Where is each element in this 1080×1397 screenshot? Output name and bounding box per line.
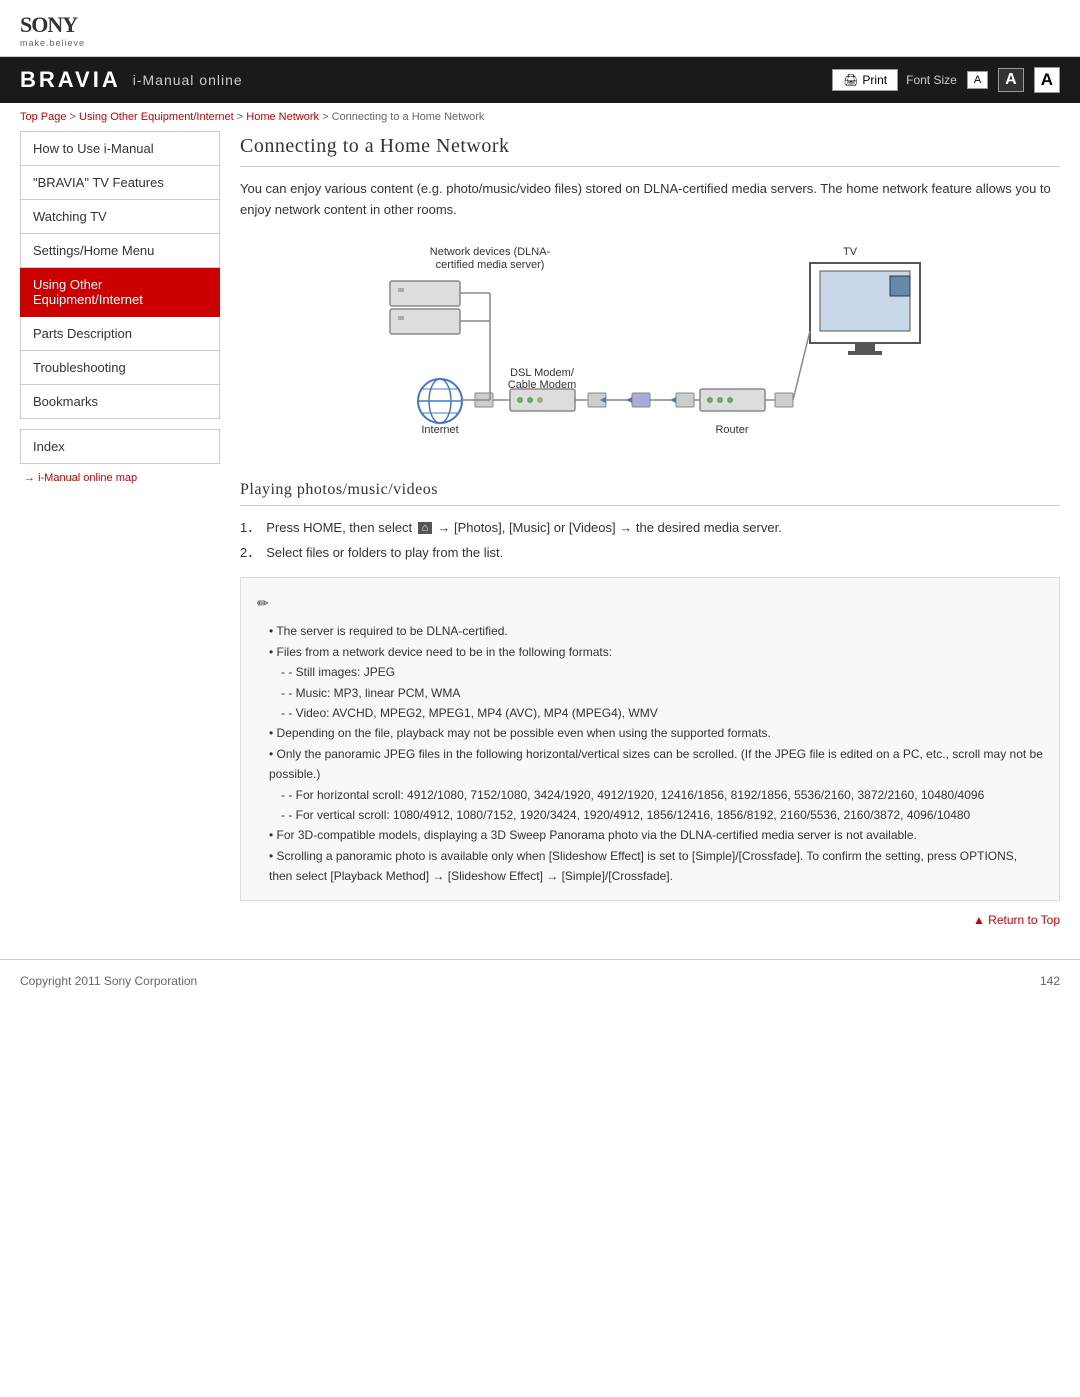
font-large-button[interactable]: A: [1034, 67, 1060, 93]
sidebar-item-bravia-features[interactable]: "BRAVIA" TV Features: [20, 166, 220, 200]
bravia-logo: BRAVIA: [20, 67, 121, 93]
note-icon: ✏: [257, 592, 1043, 616]
note-bullet-3: Depending on the file, playback may not …: [269, 723, 1043, 743]
breadcrumb: Top Page > Using Other Equipment/Interne…: [0, 103, 1080, 131]
sidebar-item-bookmarks[interactable]: Bookmarks: [20, 385, 220, 419]
diagram-svg: Network devices (DLNA- certified media s…: [360, 241, 940, 461]
sidebar-map-link[interactable]: i-Manual online map: [20, 472, 220, 484]
sidebar-item-parts[interactable]: Parts Description: [20, 317, 220, 351]
content-area: Connecting to a Home Network You can enj…: [240, 131, 1060, 939]
network-diagram: Network devices (DLNA- certified media s…: [360, 241, 940, 461]
step-1-num: 1．: [240, 518, 260, 538]
breadcrumb-current: Connecting to a Home Network: [332, 111, 485, 123]
section-title-playing: Playing photos/music/videos: [240, 481, 1060, 506]
sidebar-item-equipment[interactable]: Using Other Equipment/Internet: [20, 268, 220, 317]
step-2: 2． Select files or folders to play from …: [240, 543, 1060, 563]
header: SONY make.believe: [0, 0, 1080, 57]
font-small-button[interactable]: A: [967, 71, 988, 89]
sony-tagline: make.believe: [20, 38, 1060, 48]
note-sub-music: - Music: MP3, linear PCM, WMA: [281, 683, 1043, 703]
note-sub-horiz: - For horizontal scroll: 4912/1080, 7152…: [281, 785, 1043, 805]
svg-text:TV: TV: [843, 246, 858, 258]
step-2-num: 2．: [240, 543, 260, 563]
sidebar-item-how-to-use[interactable]: How to Use i-Manual: [20, 131, 220, 166]
font-size-label: Font Size: [906, 73, 957, 87]
sidebar: How to Use i-Manual "BRAVIA" TV Features…: [20, 131, 220, 939]
print-icon: 🖨: [843, 73, 858, 87]
svg-text:Network devices (DLNA-: Network devices (DLNA-: [430, 246, 551, 258]
note-bullet-4: Only the panoramic JPEG files in the fol…: [269, 744, 1043, 785]
sidebar-item-watching-tv[interactable]: Watching TV: [20, 200, 220, 234]
return-to-top[interactable]: Return to Top: [240, 901, 1060, 939]
note-sub-video: - Video: AVCHD, MPEG2, MPEG1, MP4 (AVC),…: [281, 703, 1043, 723]
breadcrumb-top[interactable]: Top Page: [20, 111, 66, 123]
breadcrumb-equipment[interactable]: Using Other Equipment/Internet: [79, 111, 234, 123]
page-number: 142: [1040, 974, 1060, 988]
note-bullet-2: Files from a network device need to be i…: [269, 642, 1043, 662]
print-button[interactable]: 🖨 Print: [832, 69, 898, 91]
svg-text:Router: Router: [715, 424, 748, 436]
step-2-text: Select files or folders to play from the…: [266, 543, 503, 563]
step-1: 1． Press HOME, then select ⌂ → [Photos],…: [240, 518, 1060, 538]
note-bullet-6: Scrolling a panoramic photo is available…: [269, 846, 1043, 887]
note-bullet-5: For 3D-compatible models, displaying a 3…: [269, 825, 1043, 845]
note-box: ✏ The server is required to be DLNA-cert…: [240, 577, 1060, 902]
home-icon: ⌂: [418, 522, 432, 534]
print-label: Print: [862, 73, 887, 87]
sidebar-item-index[interactable]: Index: [20, 429, 220, 464]
svg-text:DSL Modem/: DSL Modem/: [510, 367, 575, 379]
svg-text:certified media server): certified media server): [436, 259, 545, 271]
svg-text:Internet: Internet: [421, 424, 458, 436]
copyright: Copyright 2011 Sony Corporation: [20, 974, 197, 988]
intro-text: You can enjoy various content (e.g. phot…: [240, 179, 1060, 221]
sidebar-item-troubleshooting[interactable]: Troubleshooting: [20, 351, 220, 385]
svg-text:Cable Modem: Cable Modem: [508, 379, 576, 391]
note-bullet-1: The server is required to be DLNA-certif…: [269, 621, 1043, 641]
font-medium-button[interactable]: A: [998, 68, 1024, 92]
step-1-text: Press HOME, then select ⌂ → [Photos], [M…: [266, 518, 782, 538]
note-sub-vert: - For vertical scroll: 1080/4912, 1080/7…: [281, 805, 1043, 825]
imanual-label: i-Manual online: [133, 72, 243, 88]
page-title: Connecting to a Home Network: [240, 135, 1060, 167]
note-sub-still: - Still images: JPEG: [281, 662, 1043, 682]
sidebar-item-settings[interactable]: Settings/Home Menu: [20, 234, 220, 268]
sony-logo: SONY: [20, 12, 1060, 38]
footer: Copyright 2011 Sony Corporation 142: [0, 959, 1080, 1002]
main-layout: How to Use i-Manual "BRAVIA" TV Features…: [0, 131, 1080, 959]
nav-bar: BRAVIA i-Manual online 🖨 Print Font Size…: [0, 57, 1080, 103]
steps-list: 1． Press HOME, then select ⌂ → [Photos],…: [240, 518, 1060, 563]
breadcrumb-homenetwork[interactable]: Home Network: [246, 111, 319, 123]
